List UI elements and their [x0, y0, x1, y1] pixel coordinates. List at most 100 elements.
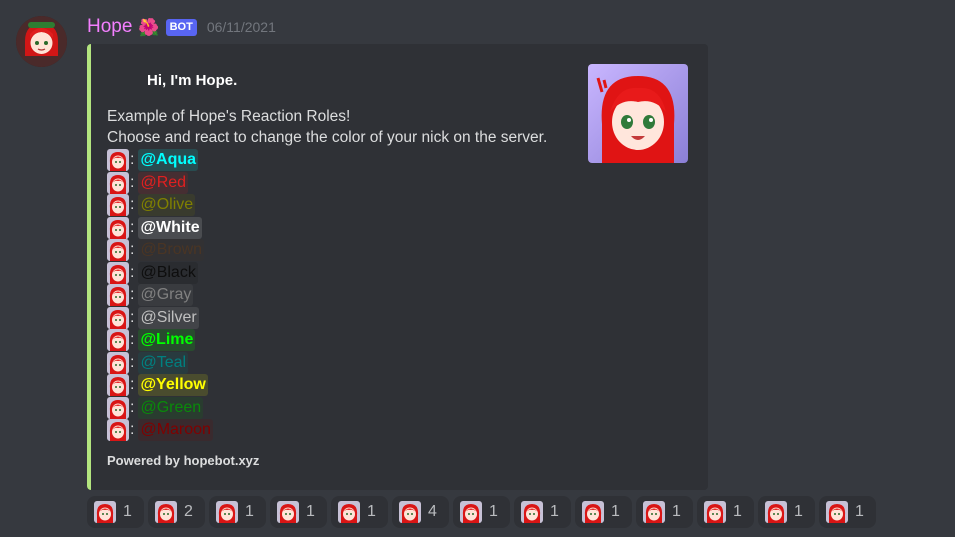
role-mention[interactable]: @White: [138, 216, 202, 239]
embed-description: Example of Hope's Reaction Roles! Choose…: [107, 106, 547, 148]
red-hair-girl-emoji-icon: [460, 501, 482, 523]
message-header: Hope 🌺 BOT 06/11/2021: [87, 14, 276, 40]
red-hair-girl-emoji-icon: [107, 306, 129, 329]
red-hair-girl-emoji-icon: [582, 501, 604, 523]
reaction-button[interactable]: 1: [819, 496, 876, 528]
role-row: : @Olive: [107, 194, 213, 217]
role-separator: :: [130, 308, 135, 326]
role-mention[interactable]: @Gray: [138, 284, 194, 307]
role-mention[interactable]: @Yellow: [138, 374, 208, 397]
role-mention[interactable]: @Brown: [138, 239, 205, 262]
reaction-button[interactable]: 1: [453, 496, 510, 528]
embed-title: Hi, I'm Hope.: [147, 72, 238, 89]
role-mention[interactable]: @Lime: [138, 329, 196, 352]
role-row: : @Red: [107, 171, 213, 195]
role-separator: :: [130, 286, 135, 304]
red-hair-girl-emoji-icon: [277, 501, 299, 523]
bot-tag: BOT: [165, 18, 197, 36]
reaction-count: 1: [306, 503, 315, 520]
role-separator: :: [130, 196, 135, 214]
role-mention[interactable]: @Olive: [138, 194, 196, 217]
red-hair-girl-emoji-icon: [107, 239, 129, 262]
reaction-button[interactable]: 1: [331, 496, 388, 528]
role-separator: :: [130, 151, 135, 169]
red-hair-girl-emoji-icon: [94, 501, 116, 523]
red-hair-girl-emoji-icon: [107, 284, 129, 307]
role-row: : @Aqua: [107, 149, 213, 172]
role-mention[interactable]: @Silver: [138, 306, 199, 329]
reaction-count: 1: [672, 503, 681, 520]
reaction-count: 1: [245, 503, 254, 520]
role-separator: :: [130, 241, 135, 259]
red-hair-girl-emoji-icon: [107, 216, 129, 239]
role-separator: :: [130, 421, 135, 439]
role-mention[interactable]: @Green: [138, 396, 204, 419]
reaction-button[interactable]: 1: [87, 496, 144, 528]
red-hair-girl-emoji-icon: [107, 419, 129, 442]
red-hair-girl-emoji-icon: [643, 501, 665, 523]
reaction-count: 2: [184, 503, 193, 520]
description-line: Example of Hope's Reaction Roles!: [107, 108, 351, 125]
red-hair-girl-emoji-icon: [338, 501, 360, 523]
timestamp: 06/11/2021: [206, 19, 276, 35]
role-row: : @Maroon: [107, 419, 213, 442]
role-separator: :: [130, 353, 135, 371]
red-hair-girl-emoji-icon: [107, 396, 129, 419]
reaction-button[interactable]: 1: [575, 496, 632, 528]
role-row: : @Yellow: [107, 374, 213, 397]
role-mention[interactable]: @Aqua: [138, 149, 199, 172]
role-list: : @Aqua : @Red : @Olive : @White : @Brown: [107, 149, 213, 442]
role-separator: :: [130, 376, 135, 394]
reaction-count: 1: [855, 503, 864, 520]
avatar-icon: [16, 16, 67, 67]
red-hair-girl-emoji-icon: [826, 501, 848, 523]
red-hair-girl-emoji-icon: [399, 501, 421, 523]
role-separator: :: [130, 263, 135, 281]
reaction-button[interactable]: 1: [636, 496, 693, 528]
reaction-button[interactable]: 2: [148, 496, 205, 528]
role-separator: :: [130, 173, 135, 191]
description-line: Choose and react to change the color of …: [107, 129, 548, 146]
red-hair-girl-emoji-icon: [155, 501, 177, 523]
reaction-count: 1: [123, 503, 132, 520]
role-row: : @Black: [107, 261, 213, 285]
reaction-button[interactable]: 4: [392, 496, 449, 528]
reaction-button[interactable]: 1: [697, 496, 754, 528]
red-hair-girl-emoji-icon: [107, 171, 129, 194]
red-hair-girl-emoji-icon: [107, 261, 129, 284]
role-separator: :: [130, 331, 135, 349]
embed-thumbnail[interactable]: [588, 64, 688, 163]
role-mention[interactable]: @Red: [138, 171, 189, 194]
red-hair-girl-emoji-icon: [521, 501, 543, 523]
red-hair-girl-emoji-icon: [216, 501, 238, 523]
role-separator: :: [130, 218, 135, 236]
reaction-count: 1: [794, 503, 803, 520]
role-row: : @Brown: [107, 239, 213, 262]
role-separator: :: [130, 398, 135, 416]
username[interactable]: Hope: [87, 16, 132, 38]
red-hair-girl-emoji-icon: [107, 351, 129, 374]
avatar[interactable]: [16, 16, 67, 67]
red-hair-girl-emoji-icon: [107, 374, 129, 397]
reaction-button[interactable]: 1: [514, 496, 571, 528]
role-mention[interactable]: @Maroon: [138, 419, 213, 442]
reaction-count: 1: [367, 503, 376, 520]
role-row: : @White: [107, 216, 213, 240]
reaction-count: 1: [733, 503, 742, 520]
role-row: : @Lime: [107, 329, 213, 352]
role-mention[interactable]: @Black: [138, 261, 198, 284]
red-hair-girl-emoji-icon: [107, 329, 129, 352]
red-hair-girl-emoji-icon: [704, 501, 726, 523]
reaction-button[interactable]: 1: [270, 496, 327, 528]
role-row: : @Silver: [107, 306, 213, 330]
reaction-button[interactable]: 1: [758, 496, 815, 528]
reaction-button[interactable]: 1: [209, 496, 266, 528]
thumbnail-anime-girl-icon: [588, 64, 688, 163]
role-row: : @Teal: [107, 351, 213, 375]
role-mention[interactable]: @Teal: [138, 351, 189, 374]
role-row: : @Green: [107, 396, 213, 420]
embed: Hi, I'm Hope. Example of Hope's Reaction…: [87, 44, 708, 490]
reaction-count: 4: [428, 503, 437, 520]
reaction-count: 1: [611, 503, 620, 520]
flower-emoji-icon: 🌺: [138, 17, 160, 37]
